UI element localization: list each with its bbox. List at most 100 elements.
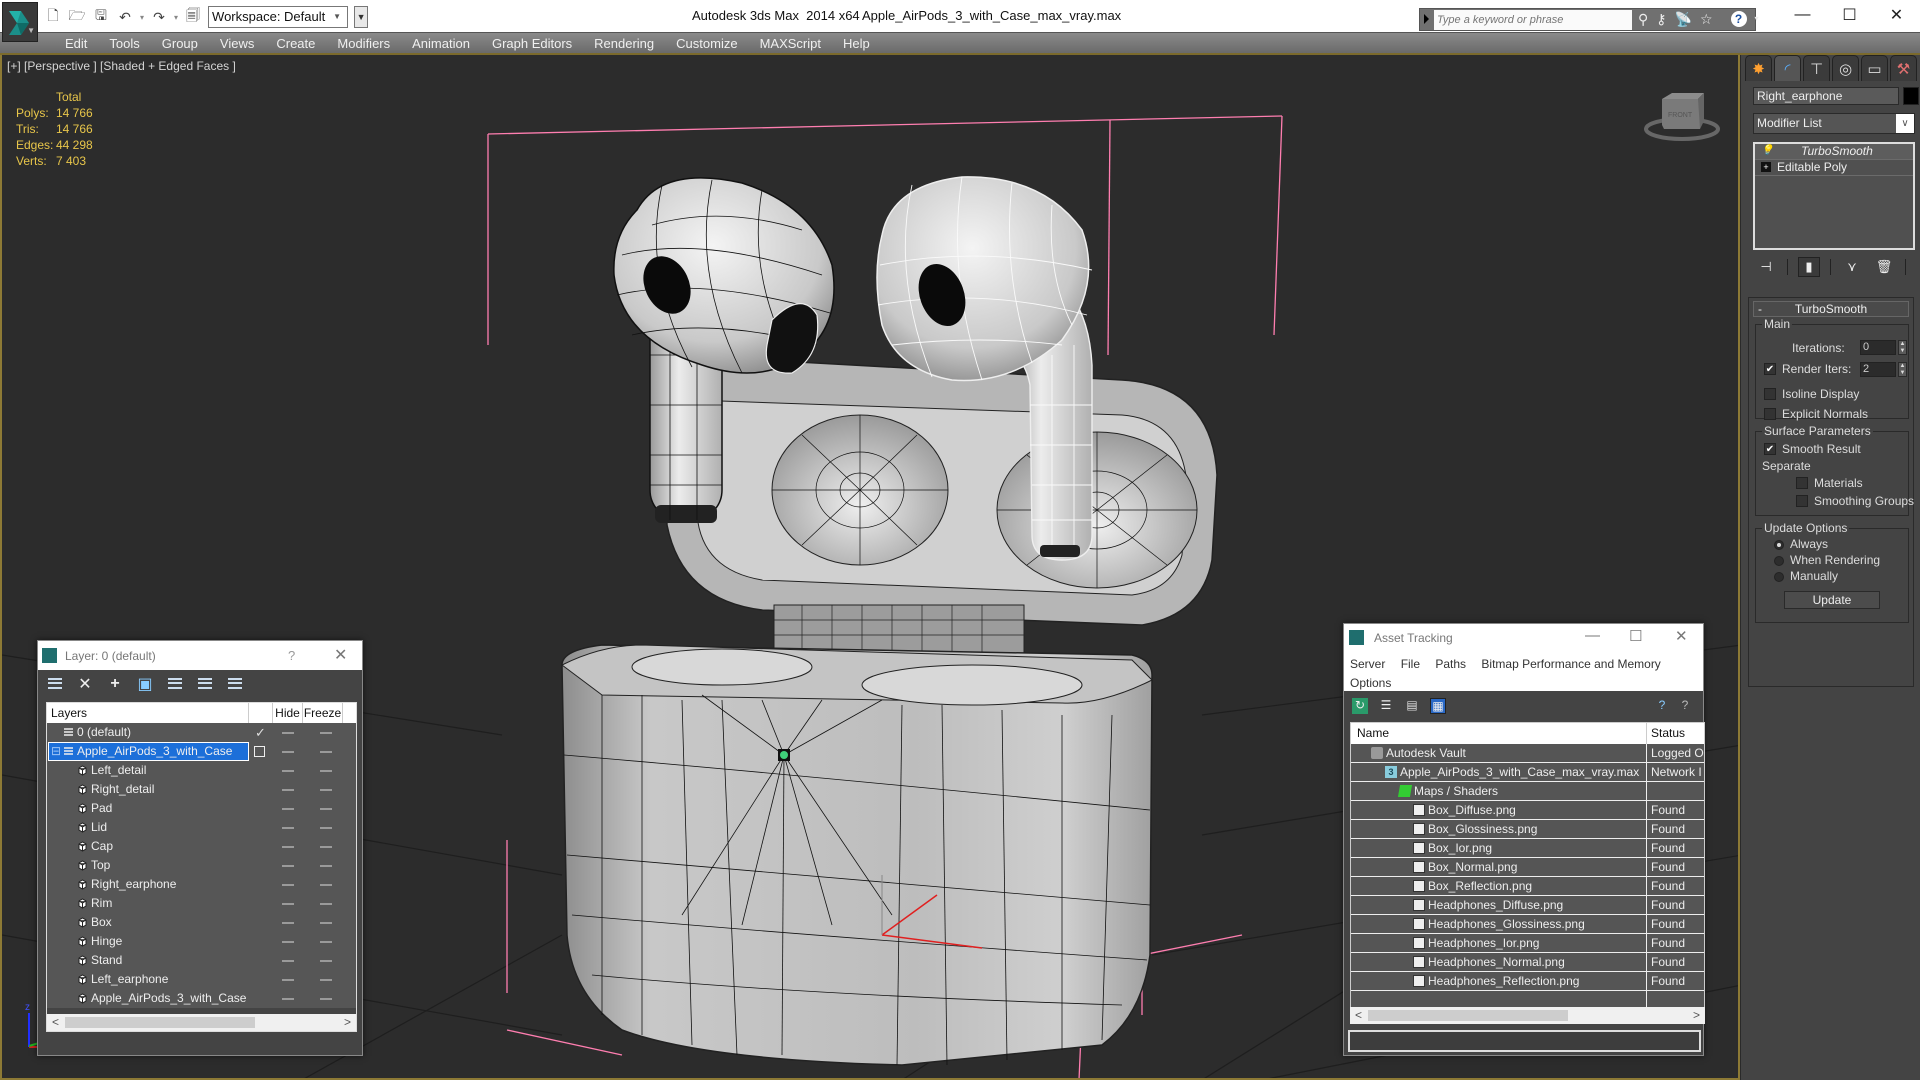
- freeze-toggle[interactable]: [320, 770, 332, 772]
- menu-group[interactable]: Group: [152, 35, 210, 53]
- menu-rendering[interactable]: Rendering: [584, 35, 666, 53]
- modify-tab[interactable]: ◜: [1774, 55, 1801, 81]
- layer-row-default[interactable]: 0 (default) ✓: [47, 723, 356, 742]
- undo-icon[interactable]: ↶: [116, 8, 134, 26]
- menu-create[interactable]: Create: [266, 35, 327, 53]
- layer-object-row[interactable]: Hinge: [47, 932, 356, 951]
- explicit-normals-checkbox[interactable]: [1764, 408, 1776, 420]
- hide-all-layers-icon[interactable]: [196, 675, 214, 693]
- when-rendering-radio[interactable]: [1774, 556, 1784, 566]
- motion-tab[interactable]: ◎: [1832, 55, 1859, 81]
- minimize-button[interactable]: —: [1585, 627, 1600, 644]
- object-color-swatch[interactable]: [1903, 87, 1919, 105]
- asset-row[interactable]: Box_Reflection.png Found: [1351, 877, 1704, 896]
- layer-object-row[interactable]: Apple_AirPods_3_with_Case: [47, 989, 356, 1008]
- freeze-toggle[interactable]: [320, 998, 332, 1000]
- layer-object-row[interactable]: Box: [47, 913, 356, 932]
- make-unique-icon[interactable]: ⋎: [1841, 257, 1863, 277]
- layer-object-row[interactable]: Lid: [47, 818, 356, 837]
- horizontal-scrollbar[interactable]: < >: [47, 1014, 356, 1031]
- layer-object-row[interactable]: Right_earphone: [47, 875, 356, 894]
- asset-row[interactable]: Headphones_Diffuse.png Found: [1351, 896, 1704, 915]
- search-input[interactable]: [1434, 10, 1632, 30]
- iterations-spinner-arrows[interactable]: ▲ ▼: [1898, 340, 1907, 355]
- expand-icon[interactable]: +: [1761, 162, 1771, 172]
- close-button[interactable]: ✕: [1675, 627, 1688, 645]
- satellite-icon[interactable]: 📡: [1675, 11, 1692, 28]
- table-view-icon[interactable]: ▦: [1430, 698, 1446, 714]
- freeze-toggle[interactable]: [320, 846, 332, 848]
- freeze-toggle[interactable]: [320, 960, 332, 962]
- asset-row[interactable]: Box_Normal.png Found: [1351, 858, 1704, 877]
- hide-toggle[interactable]: [282, 827, 294, 829]
- layer-object-row[interactable]: Left_earphone: [47, 970, 356, 989]
- hierarchy-tab[interactable]: ⊤: [1803, 55, 1830, 81]
- display-tab[interactable]: ▭: [1861, 55, 1888, 81]
- layer-object-row[interactable]: Top: [47, 856, 356, 875]
- menu-customize[interactable]: Customize: [666, 35, 749, 53]
- menu-views[interactable]: Views: [210, 35, 266, 53]
- close-button[interactable]: ✕: [1873, 0, 1920, 30]
- iterations-spinner[interactable]: 0: [1860, 340, 1896, 355]
- menu-paths[interactable]: Paths: [1435, 657, 1466, 671]
- layer-object-row[interactable]: Stand: [47, 951, 356, 970]
- workspace-dropdown[interactable]: Workspace: Default ▼: [208, 6, 349, 28]
- stack-item-turbosmooth[interactable]: 💡 TurboSmooth: [1755, 144, 1913, 160]
- current-layer-checkmark-icon[interactable]: ✓: [255, 723, 266, 742]
- lightbulb-icon[interactable]: 💡: [1761, 146, 1773, 156]
- redo-icon[interactable]: ↷: [150, 8, 168, 26]
- asset-tracking-titlebar[interactable]: Asset Tracking — ☐ ✕ Server File Paths B…: [1344, 624, 1703, 691]
- asset-row[interactable]: Maps / Shaders: [1351, 782, 1704, 801]
- application-menu-button[interactable]: ▼: [2, 2, 38, 42]
- menu-animation[interactable]: Animation: [402, 35, 482, 53]
- freeze-toggle[interactable]: [320, 751, 332, 753]
- rollout-header[interactable]: - TurboSmooth: [1753, 301, 1909, 317]
- layer-object-row[interactable]: Cap: [47, 837, 356, 856]
- column-layers[interactable]: Layers: [47, 703, 249, 723]
- help-icon[interactable]: ?: [1730, 11, 1747, 27]
- utilities-tab[interactable]: ⚒: [1890, 55, 1917, 81]
- menu-server[interactable]: Server: [1350, 657, 1385, 671]
- hide-toggle[interactable]: [282, 770, 294, 772]
- close-button[interactable]: ✕: [334, 645, 347, 665]
- minimize-button[interactable]: —: [1779, 0, 1826, 30]
- viewport-label[interactable]: [+] [Perspective ] [Shaded + Edged Faces…: [7, 59, 236, 73]
- update-button[interactable]: Update: [1784, 591, 1880, 609]
- star-icon[interactable]: ☆: [1700, 11, 1713, 28]
- menu-help[interactable]: Help: [833, 35, 882, 53]
- help-dropdown-icon[interactable]: ▾: [1755, 11, 1759, 28]
- hide-toggle[interactable]: [282, 922, 294, 924]
- hide-toggle[interactable]: [282, 941, 294, 943]
- set-current-layer-box[interactable]: [254, 746, 265, 757]
- smoothing-groups-checkbox[interactable]: [1796, 495, 1808, 507]
- column-name[interactable]: Name: [1357, 723, 1389, 744]
- horizontal-scrollbar[interactable]: < >: [1350, 1007, 1705, 1024]
- asset-row[interactable]: 3 Apple_AirPods_3_with_Case_max_vray.max N…: [1351, 763, 1704, 782]
- scroll-right-icon[interactable]: >: [344, 1014, 351, 1031]
- new-file-icon[interactable]: 🗋: [44, 7, 62, 26]
- expand-search-icon[interactable]: [1424, 14, 1429, 24]
- freeze-toggle[interactable]: [320, 827, 332, 829]
- render-iters-spinner-arrows[interactable]: ▲ ▼: [1898, 362, 1907, 377]
- column-freeze[interactable]: Freeze: [303, 703, 343, 723]
- hide-toggle[interactable]: [282, 884, 294, 886]
- help-icon[interactable]: ?: [1654, 698, 1670, 714]
- layer-dialog-titlebar[interactable]: Layer: 0 (default) ? ✕: [38, 641, 362, 670]
- show-end-result-icon[interactable]: ▮: [1798, 257, 1820, 277]
- freeze-toggle[interactable]: [320, 865, 332, 867]
- hide-toggle[interactable]: [282, 865, 294, 867]
- asset-row[interactable]: Box_Glossiness.png Found: [1351, 820, 1704, 839]
- menu-maxscript[interactable]: MAXScript: [750, 35, 833, 53]
- asset-row[interactable]: Autodesk Vault Logged O: [1351, 744, 1704, 763]
- scrollbar-thumb[interactable]: [1368, 1010, 1568, 1021]
- add-to-layer-icon[interactable]: +: [106, 675, 124, 693]
- asset-row[interactable]: Headphones_Normal.png Found: [1351, 953, 1704, 972]
- column-hide[interactable]: Hide: [273, 703, 303, 723]
- hide-toggle[interactable]: [282, 789, 294, 791]
- scroll-left-icon[interactable]: <: [52, 1014, 59, 1031]
- asset-row[interactable]: Box_Ior.png Found: [1351, 839, 1704, 858]
- freeze-toggle[interactable]: [320, 884, 332, 886]
- asset-row[interactable]: Headphones_Reflection.png Found: [1351, 972, 1704, 991]
- help-button[interactable]: ?: [288, 648, 295, 663]
- object-name-field[interactable]: [1753, 87, 1899, 105]
